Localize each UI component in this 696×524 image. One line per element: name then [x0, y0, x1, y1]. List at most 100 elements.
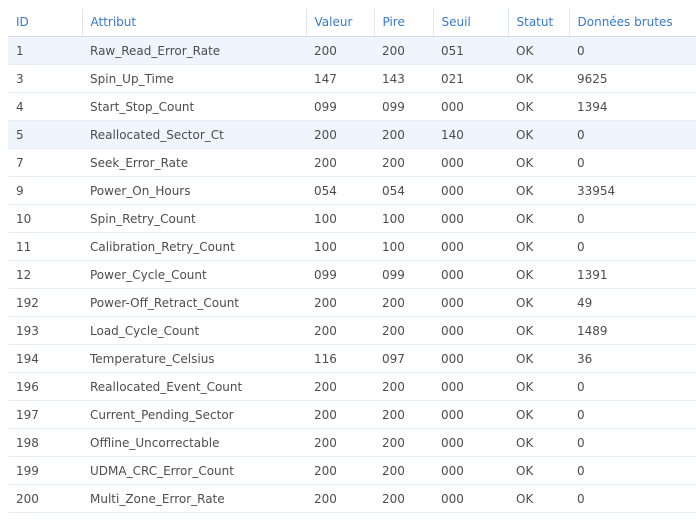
table-row[interactable]: 3 Spin_Up_Time 147 143 021 OK 9625	[8, 64, 696, 93]
cell-value: 200	[306, 288, 374, 317]
cell-attribute: Current_Pending_Sector	[82, 400, 306, 429]
cell-value: 147	[306, 64, 374, 93]
cell-id: 11	[8, 232, 82, 261]
cell-threshold: 000	[433, 204, 508, 233]
table-row[interactable]: 7 Seek_Error_Rate 200 200 000 OK 0	[8, 148, 696, 177]
table-row[interactable]: 199 UDMA_CRC_Error_Count 200 200 000 OK 0	[8, 456, 696, 485]
cell-threshold: 000	[433, 344, 508, 373]
column-header-status[interactable]: Statut	[508, 8, 570, 37]
table-row[interactable]: 198 Offline_Uncorrectable 200 200 000 OK 0	[8, 428, 696, 457]
cell-status: OK	[508, 148, 569, 177]
cell-raw-data: 0	[569, 428, 696, 457]
cell-worst: 099	[374, 92, 433, 121]
cell-id: 5	[8, 120, 82, 149]
table-row[interactable]: 10 Spin_Retry_Count 100 100 000 OK 0	[8, 204, 696, 233]
cell-value: 054	[306, 176, 374, 205]
cell-raw-data: 0	[569, 204, 696, 233]
table-row[interactable]: 5 Reallocated_Sector_Ct 200 200 140 OK 0	[8, 120, 696, 149]
cell-threshold: 000	[433, 288, 508, 317]
cell-status: OK	[508, 232, 569, 261]
cell-threshold: 000	[433, 428, 508, 457]
cell-worst: 200	[374, 288, 433, 317]
cell-raw-data: 0	[569, 400, 696, 429]
cell-raw-data: 0	[569, 372, 696, 401]
cell-status: OK	[508, 428, 569, 457]
cell-threshold: 000	[433, 148, 508, 177]
cell-threshold: 000	[433, 484, 508, 513]
cell-worst: 200	[374, 372, 433, 401]
column-header-id[interactable]: ID	[8, 8, 83, 37]
cell-threshold: 000	[433, 176, 508, 205]
table-row[interactable]: 200 Multi_Zone_Error_Rate 200 200 000 OK 0	[8, 484, 696, 513]
cell-worst: 200	[374, 400, 433, 429]
cell-threshold: 000	[433, 260, 508, 289]
table-row[interactable]: 11 Calibration_Retry_Count 100 100 000 OK 0	[8, 232, 696, 261]
cell-raw-data: 0	[569, 120, 696, 149]
table-row[interactable]: 9 Power_On_Hours 054 054 000 OK 33954	[8, 176, 696, 205]
table-row[interactable]: 194 Temperature_Celsius 116 097 000 OK 36	[8, 344, 696, 373]
cell-threshold: 000	[433, 372, 508, 401]
cell-attribute: Power_Cycle_Count	[82, 260, 306, 289]
cell-status: OK	[508, 120, 569, 149]
cell-status: OK	[508, 484, 569, 513]
cell-raw-data: 49	[569, 288, 696, 317]
cell-attribute: Multi_Zone_Error_Rate	[82, 484, 306, 513]
cell-value: 200	[306, 372, 374, 401]
cell-raw-data: 33954	[569, 176, 696, 205]
cell-worst: 097	[374, 344, 433, 373]
cell-raw-data: 0	[569, 232, 696, 261]
table-row[interactable]: 1 Raw_Read_Error_Rate 200 200 051 OK 0	[8, 36, 696, 65]
table-row[interactable]: 196 Reallocated_Event_Count 200 200 000 OK 0	[8, 372, 696, 401]
table-header: ID Attribut Valeur Pire Seuil Statut Don…	[8, 8, 696, 37]
cell-value: 200	[306, 484, 374, 513]
smart-attributes-table: ID Attribut Valeur Pire Seuil Statut Don…	[8, 8, 696, 513]
cell-raw-data: 1394	[569, 92, 696, 121]
column-header-worst[interactable]: Pire	[374, 8, 434, 37]
cell-status: OK	[508, 92, 569, 121]
cell-attribute: Raw_Read_Error_Rate	[82, 36, 306, 65]
column-header-attribute[interactable]: Attribut	[82, 8, 307, 37]
column-header-raw-data[interactable]: Données brutes	[569, 8, 696, 37]
cell-status: OK	[508, 456, 569, 485]
column-header-threshold[interactable]: Seuil	[433, 8, 509, 37]
cell-worst: 100	[374, 232, 433, 261]
cell-attribute: Start_Stop_Count	[82, 92, 306, 121]
cell-raw-data: 36	[569, 344, 696, 373]
header-row: ID Attribut Valeur Pire Seuil Statut Don…	[8, 8, 696, 37]
cell-attribute: Seek_Error_Rate	[82, 148, 306, 177]
cell-attribute: Spin_Retry_Count	[82, 204, 306, 233]
cell-value: 100	[306, 232, 374, 261]
cell-worst: 200	[374, 316, 433, 345]
table-body: 1 Raw_Read_Error_Rate 200 200 051 OK 0 3 Spin_Up…	[8, 36, 696, 513]
cell-value: 200	[306, 148, 374, 177]
cell-status: OK	[508, 260, 569, 289]
cell-status: OK	[508, 176, 569, 205]
column-header-value[interactable]: Valeur	[306, 8, 375, 37]
cell-threshold: 021	[433, 64, 508, 93]
cell-value: 116	[306, 344, 374, 373]
table-row[interactable]: 197 Current_Pending_Sector 200 200 000 OK 0	[8, 400, 696, 429]
table-row[interactable]: 192 Power-Off_Retract_Count 200 200 000 OK 49	[8, 288, 696, 317]
cell-id: 198	[8, 428, 82, 457]
cell-attribute: Load_Cycle_Count	[82, 316, 306, 345]
cell-value: 200	[306, 316, 374, 345]
cell-attribute: Power-Off_Retract_Count	[82, 288, 306, 317]
cell-threshold: 000	[433, 400, 508, 429]
cell-id: 192	[8, 288, 82, 317]
cell-raw-data: 1489	[569, 316, 696, 345]
cell-worst: 200	[374, 120, 433, 149]
cell-raw-data: 0	[569, 484, 696, 513]
cell-status: OK	[508, 204, 569, 233]
cell-threshold: 000	[433, 92, 508, 121]
table-row[interactable]: 193 Load_Cycle_Count 200 200 000 OK 1489	[8, 316, 696, 345]
cell-attribute: Offline_Uncorrectable	[82, 428, 306, 457]
table-row[interactable]: 12 Power_Cycle_Count 099 099 000 OK 1391	[8, 260, 696, 289]
cell-value: 200	[306, 456, 374, 485]
cell-status: OK	[508, 372, 569, 401]
cell-attribute: UDMA_CRC_Error_Count	[82, 456, 306, 485]
cell-worst: 100	[374, 204, 433, 233]
cell-value: 200	[306, 400, 374, 429]
table-row[interactable]: 4 Start_Stop_Count 099 099 000 OK 1394	[8, 92, 696, 121]
cell-status: OK	[508, 288, 569, 317]
cell-id: 10	[8, 204, 82, 233]
